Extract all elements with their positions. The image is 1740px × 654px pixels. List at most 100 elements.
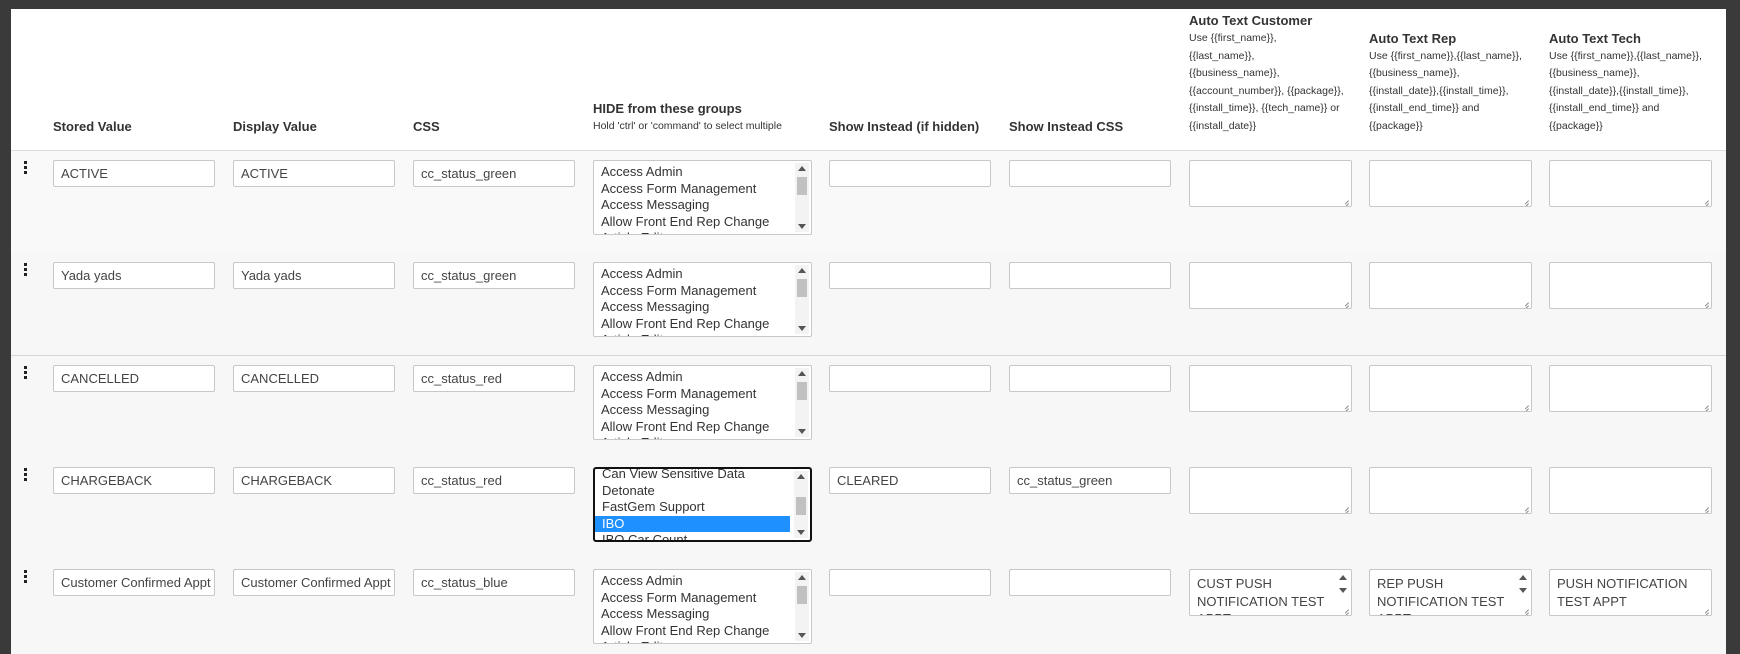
resize-grip-icon[interactable]: [1341, 196, 1349, 204]
scroll-down-arrow-icon[interactable]: [798, 633, 806, 638]
group-option[interactable]: IBO Car Count: [595, 532, 790, 540]
group-option[interactable]: Article Editor: [594, 435, 789, 439]
resize-grip-icon[interactable]: [1521, 298, 1529, 306]
group-option[interactable]: Access Form Management: [594, 181, 789, 198]
select-scrollbar[interactable]: [794, 471, 808, 538]
show-instead-input[interactable]: CLEARED: [829, 467, 991, 494]
group-option[interactable]: Access Messaging: [594, 197, 789, 214]
display-value-input[interactable]: CHARGEBACK: [233, 467, 395, 494]
show-instead-css-input[interactable]: [1009, 365, 1171, 392]
resize-grip-icon[interactable]: [1701, 298, 1709, 306]
stored-value-input[interactable]: ACTIVE: [53, 160, 215, 187]
show-instead-css-input[interactable]: [1009, 160, 1171, 187]
textarea-scroll-arrows-icon[interactable]: [1517, 572, 1529, 600]
group-option[interactable]: Allow Front End Rep Change: [594, 623, 789, 640]
auto-text-customer-textarea[interactable]: [1189, 262, 1352, 309]
group-option[interactable]: IBO: [595, 515, 790, 532]
auto-text-tech-textarea[interactable]: [1549, 160, 1712, 207]
scroll-up-arrow-icon[interactable]: [798, 268, 806, 273]
group-option[interactable]: Access Form Management: [594, 283, 789, 300]
group-option[interactable]: Access Form Management: [594, 386, 789, 403]
resize-grip-icon[interactable]: [1701, 605, 1709, 613]
auto-text-tech-textarea[interactable]: PUSH NOTIFICATION TEST APPT: [1549, 569, 1712, 616]
select-scrollbar[interactable]: [795, 368, 809, 437]
group-option[interactable]: Access Messaging: [594, 402, 789, 419]
resize-grip-icon[interactable]: [1701, 401, 1709, 409]
group-option[interactable]: Detonate: [595, 483, 790, 500]
drag-handle-icon[interactable]: [24, 570, 28, 584]
resize-grip-icon[interactable]: [1341, 503, 1349, 511]
display-value-input[interactable]: Yada yads: [233, 262, 395, 289]
scroll-thumb[interactable]: [797, 382, 807, 400]
select-scrollbar[interactable]: [795, 265, 809, 334]
scroll-up-arrow-icon[interactable]: [797, 474, 805, 479]
group-option[interactable]: Access Admin: [594, 573, 789, 590]
auto-text-rep-textarea[interactable]: [1369, 365, 1532, 412]
show-instead-input[interactable]: [829, 569, 991, 596]
display-value-input[interactable]: ACTIVE: [233, 160, 395, 187]
stored-value-input[interactable]: Customer Confirmed Appt: [53, 569, 215, 596]
auto-text-customer-textarea[interactable]: [1189, 467, 1352, 514]
resize-grip-icon[interactable]: [1701, 196, 1709, 204]
show-instead-css-input[interactable]: cc_status_green: [1009, 467, 1171, 494]
auto-text-tech-textarea[interactable]: [1549, 365, 1712, 412]
display-value-input[interactable]: CANCELLED: [233, 365, 395, 392]
css-input[interactable]: cc_status_green: [413, 160, 575, 187]
drag-handle-icon[interactable]: [24, 161, 28, 175]
scroll-down-arrow-icon[interactable]: [798, 429, 806, 434]
hide-groups-select[interactable]: Access Admin Access Form Management Access…: [593, 365, 812, 440]
group-option[interactable]: Allow Front End Rep Change: [594, 214, 789, 231]
group-option[interactable]: Access Admin: [594, 164, 789, 181]
textarea-scroll-arrows-icon[interactable]: [1337, 572, 1349, 600]
auto-text-rep-textarea[interactable]: [1369, 262, 1532, 309]
scroll-up-arrow-icon[interactable]: [798, 575, 806, 580]
select-scrollbar[interactable]: [795, 572, 809, 641]
hide-groups-select[interactable]: Access Admin Access Form Management Access…: [593, 262, 812, 337]
resize-grip-icon[interactable]: [1521, 196, 1529, 204]
group-option[interactable]: Can View Sensitive Data: [595, 469, 790, 483]
css-input[interactable]: cc_status_blue: [413, 569, 575, 596]
css-input[interactable]: cc_status_green: [413, 262, 575, 289]
auto-text-tech-textarea[interactable]: [1549, 262, 1712, 309]
group-option[interactable]: Allow Front End Rep Change: [594, 419, 789, 436]
group-option[interactable]: Article Editor: [594, 332, 789, 336]
auto-text-rep-textarea[interactable]: REP PUSH NOTIFICATION TEST APPT: [1369, 569, 1532, 616]
drag-handle-icon[interactable]: [24, 366, 28, 380]
group-option[interactable]: Allow Front End Rep Change: [594, 316, 789, 333]
group-option[interactable]: Article Editor: [594, 230, 789, 234]
group-option[interactable]: Article Editor: [594, 639, 789, 643]
resize-grip-icon[interactable]: [1521, 503, 1529, 511]
scroll-thumb[interactable]: [797, 586, 807, 604]
group-option[interactable]: Access Messaging: [594, 299, 789, 316]
show-instead-input[interactable]: [829, 262, 991, 289]
show-instead-css-input[interactable]: [1009, 262, 1171, 289]
resize-grip-icon[interactable]: [1341, 298, 1349, 306]
resize-grip-icon[interactable]: [1341, 401, 1349, 409]
drag-handle-icon[interactable]: [24, 263, 28, 277]
display-value-input[interactable]: Customer Confirmed Appt: [233, 569, 395, 596]
stored-value-input[interactable]: CHARGEBACK: [53, 467, 215, 494]
group-option[interactable]: Access Admin: [594, 266, 789, 283]
show-instead-css-input[interactable]: [1009, 569, 1171, 596]
css-input[interactable]: cc_status_red: [413, 467, 575, 494]
resize-grip-icon[interactable]: [1521, 605, 1529, 613]
scroll-thumb[interactable]: [797, 279, 807, 297]
auto-text-rep-textarea[interactable]: [1369, 467, 1532, 514]
auto-text-tech-textarea[interactable]: [1549, 467, 1712, 514]
scroll-thumb[interactable]: [796, 497, 806, 515]
scroll-down-arrow-icon[interactable]: [798, 326, 806, 331]
select-scrollbar[interactable]: [795, 163, 809, 232]
hide-groups-select[interactable]: Access Admin Access Form Management Access…: [593, 569, 812, 644]
auto-text-customer-textarea[interactable]: [1189, 160, 1352, 207]
group-option[interactable]: FastGem Support: [595, 499, 790, 516]
resize-grip-icon[interactable]: [1341, 605, 1349, 613]
auto-text-customer-textarea[interactable]: CUST PUSH NOTIFICATION TEST APPT: [1189, 569, 1352, 616]
show-instead-input[interactable]: [829, 160, 991, 187]
show-instead-input[interactable]: [829, 365, 991, 392]
drag-handle-icon[interactable]: [24, 468, 28, 482]
scroll-thumb[interactable]: [797, 177, 807, 195]
scroll-down-arrow-icon[interactable]: [797, 530, 805, 535]
hide-groups-select[interactable]: Access Admin Access Form Management Access…: [593, 160, 812, 235]
scroll-up-arrow-icon[interactable]: [798, 371, 806, 376]
stored-value-input[interactable]: Yada yads: [53, 262, 215, 289]
